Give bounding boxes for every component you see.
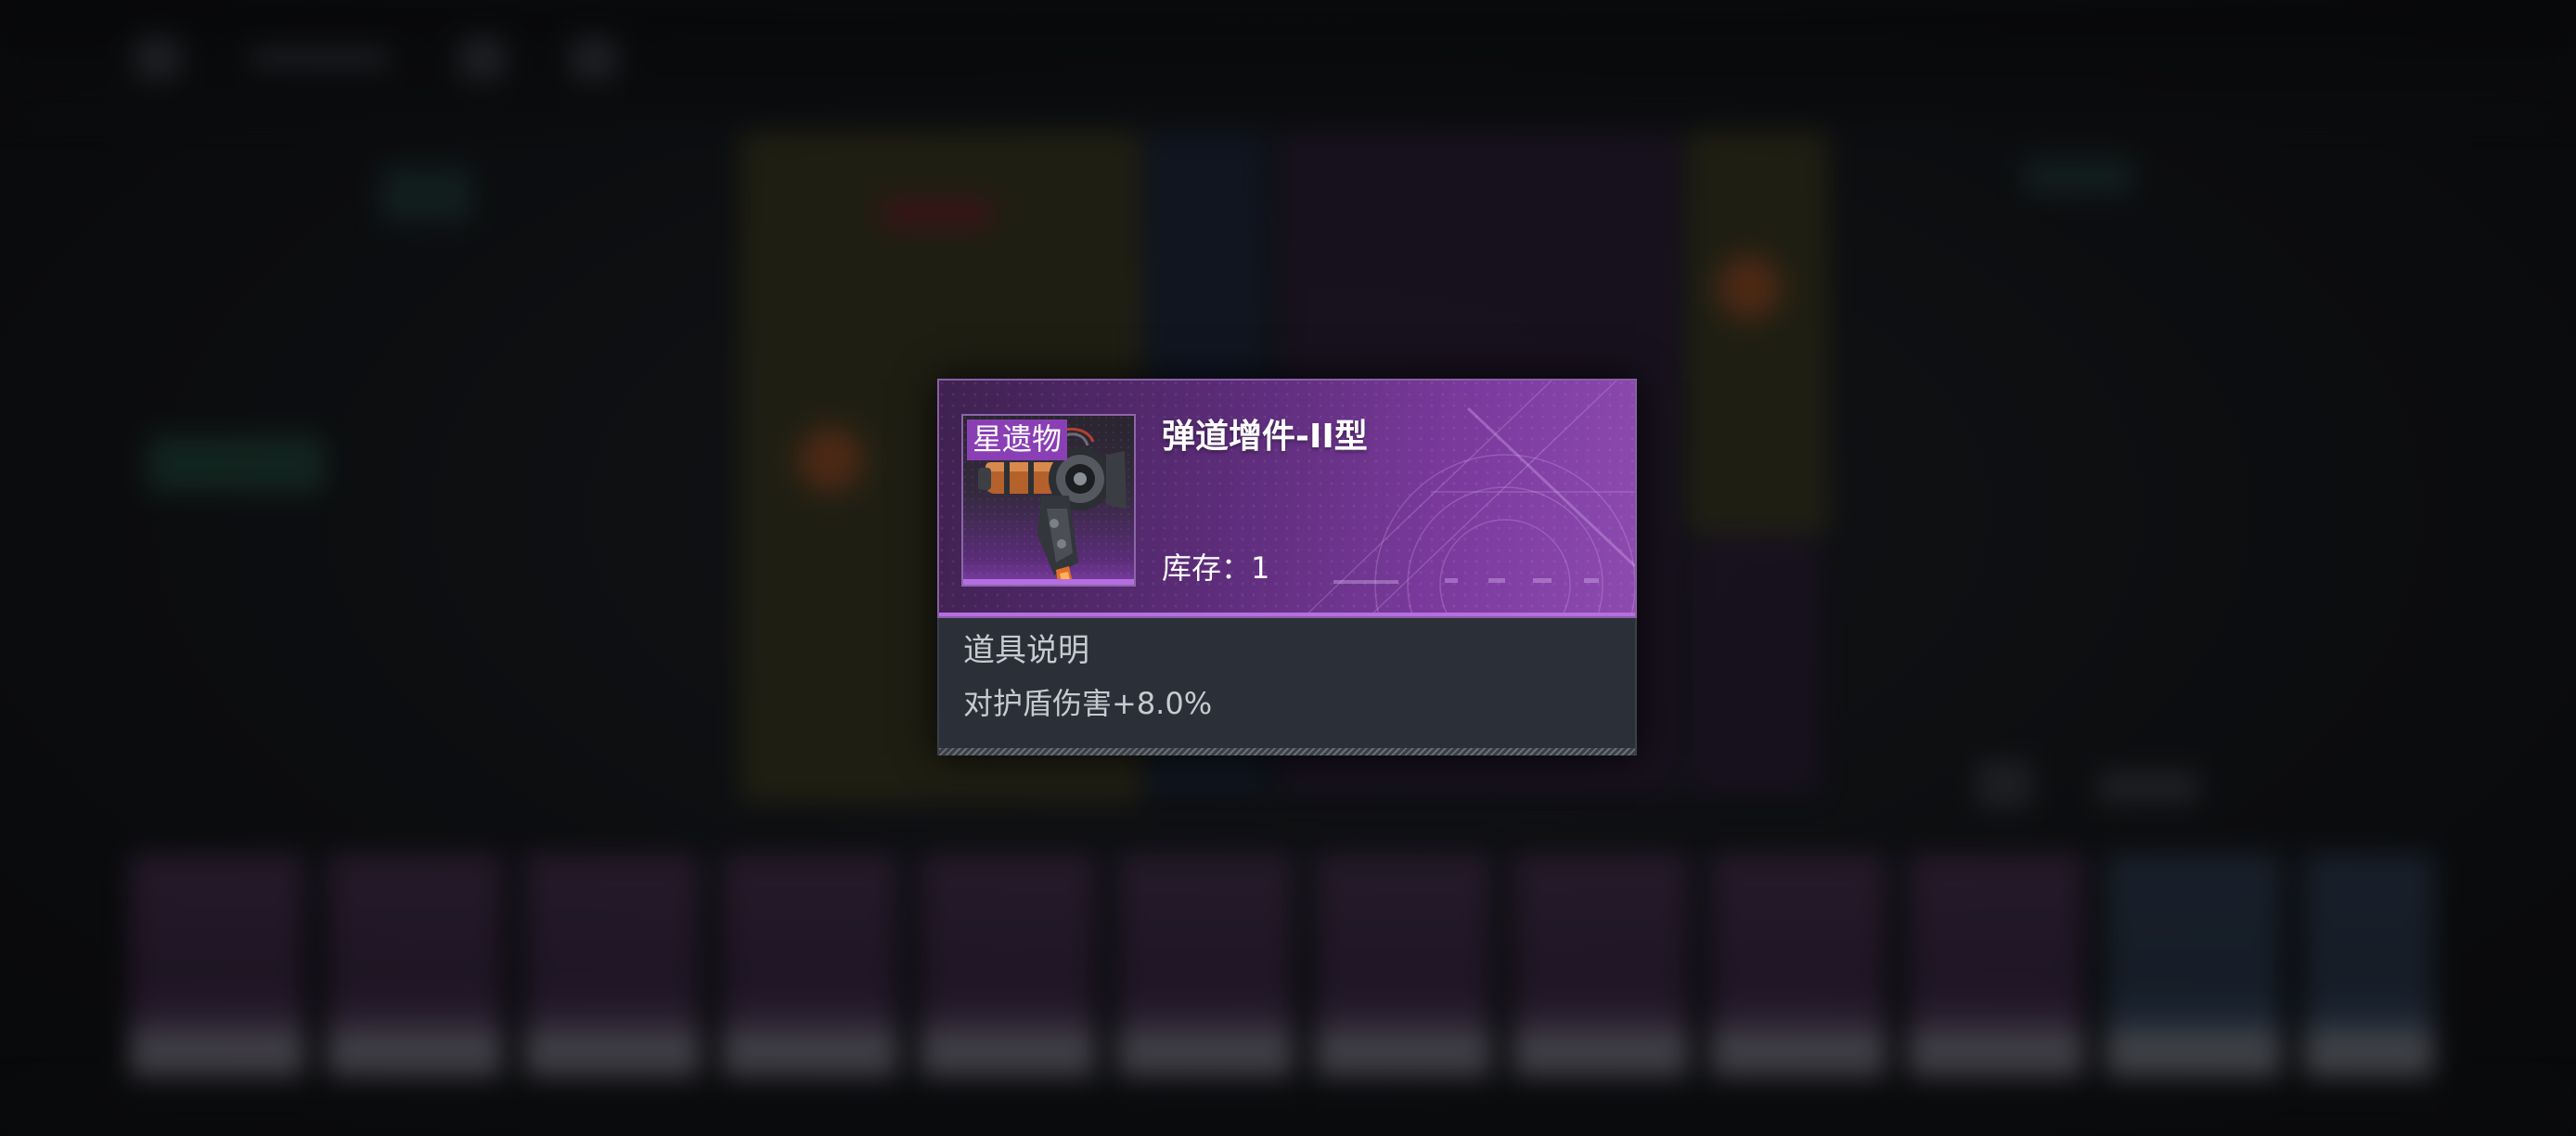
stock-label: 库存： xyxy=(1162,550,1252,586)
header-accent-line xyxy=(939,613,1635,616)
game-screen: 星遗物 弹道增件-II型 库存：1 道具说明 对护盾伤害+8.0% xyxy=(0,0,2576,1136)
rarity-tag: 星遗物 xyxy=(967,420,1068,460)
stock-count: 库存：1 xyxy=(1162,548,1269,588)
popup-header: 星遗物 弹道增件-II型 库存：1 xyxy=(937,379,1637,618)
panel-bottom-stripe xyxy=(939,748,1635,755)
description-text: 对护盾伤害+8.0% xyxy=(963,686,1213,721)
item-icon-frame: 星遗物 xyxy=(961,414,1136,587)
description-title: 道具说明 xyxy=(963,632,1089,669)
item-description-panel: 道具说明 对护盾伤害+8.0% xyxy=(937,618,1637,755)
item-detail-popup[interactable]: 星遗物 弹道增件-II型 库存：1 道具说明 对护盾伤害+8.0% xyxy=(937,379,1637,755)
rarity-color-bar xyxy=(963,579,1134,585)
stock-value: 1 xyxy=(1251,550,1270,586)
item-name: 弹道增件-II型 xyxy=(1162,418,1368,456)
